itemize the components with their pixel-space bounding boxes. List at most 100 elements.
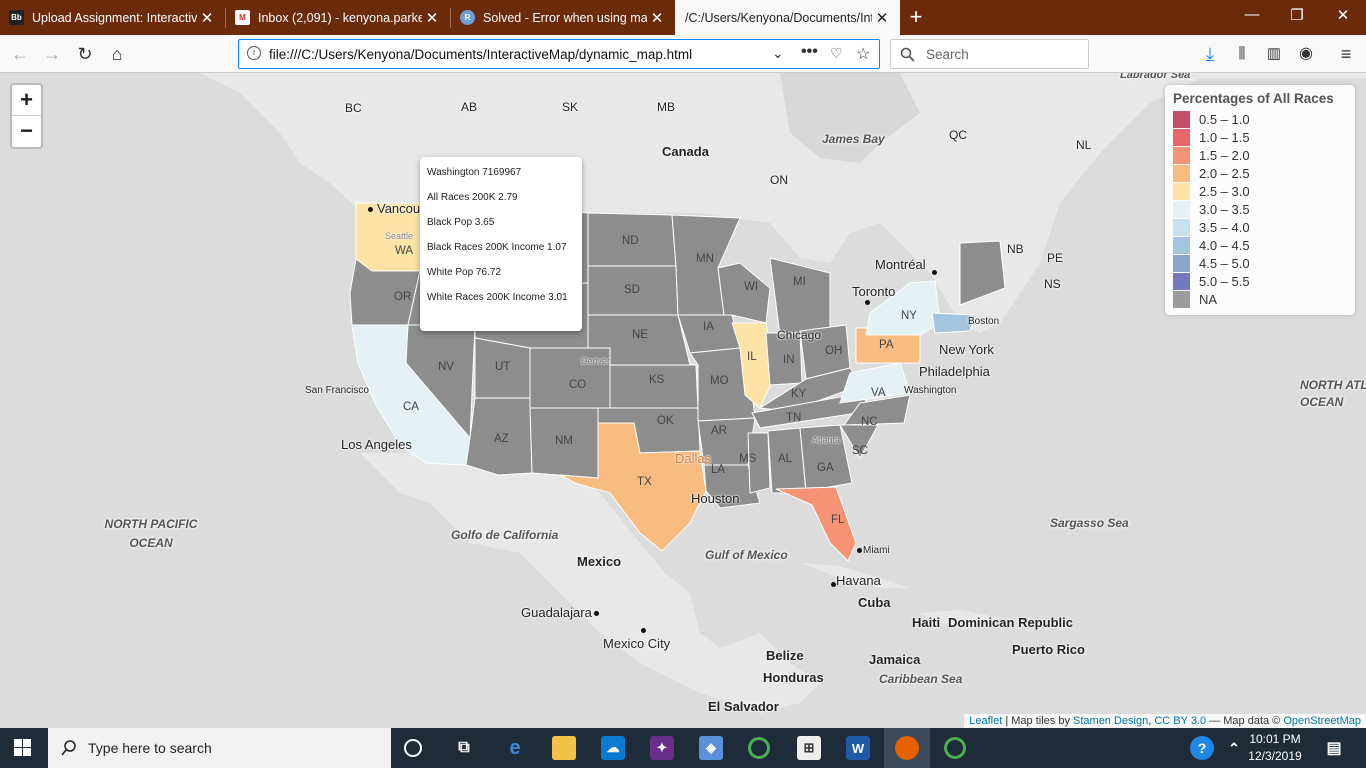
edge-icon[interactable]: e bbox=[503, 736, 527, 760]
legend-item: 4.0 – 4.5 bbox=[1173, 236, 1347, 254]
pocket-icon[interactable]: ♡ bbox=[830, 45, 843, 62]
minimize-icon[interactable]: — bbox=[1237, 6, 1267, 23]
tab-inbox[interactable]: M Inbox (2,091) - kenyona.parker ✕ bbox=[226, 0, 450, 35]
sidebar-icon[interactable]: ▥ bbox=[1262, 42, 1286, 66]
taskbar-search[interactable]: Type here to search bbox=[48, 728, 391, 768]
tab-solved-error[interactable]: R Solved - Error when using map ✕ bbox=[451, 0, 675, 35]
url-text[interactable]: file:///C:/Users/Kenyona/Documents/Inter… bbox=[269, 47, 692, 62]
legend-label: 2.5 – 3.0 bbox=[1199, 183, 1250, 199]
close-tab-icon[interactable]: ✕ bbox=[197, 9, 217, 27]
close-tab-icon[interactable]: ✕ bbox=[422, 9, 442, 27]
state-label-ne: NE bbox=[632, 329, 648, 341]
library-icon[interactable]: ⫼ bbox=[1230, 42, 1254, 66]
leaflet-map[interactable]: WA OR CA NV UT AZ CO NM ND SD NE KS OK T… bbox=[0, 73, 1366, 728]
state-mi[interactable] bbox=[769, 257, 831, 336]
osm-link[interactable]: OpenStreetMap bbox=[1283, 715, 1361, 727]
search-input[interactable]: Search bbox=[890, 39, 1089, 69]
taskbar: Type here to search ⧉ e ☁ ✦ ◈ ⊞ W ? ⌃ 10… bbox=[0, 728, 1366, 768]
blackboard-icon: Bb bbox=[9, 10, 24, 25]
system-clock[interactable]: 10:01 PM 12/3/2019 bbox=[1245, 731, 1305, 765]
chevron-up-icon[interactable]: ⌃ bbox=[1222, 736, 1246, 760]
legend-label: 5.0 – 5.5 bbox=[1199, 273, 1250, 289]
onedrive-icon[interactable]: ☁ bbox=[601, 736, 625, 760]
app-icon[interactable]: ✦ bbox=[650, 736, 674, 760]
zoom-out-button[interactable]: − bbox=[12, 116, 41, 147]
chevron-down-icon[interactable]: ⌄ bbox=[772, 45, 784, 62]
place-label: NB bbox=[1007, 242, 1024, 256]
state-label-va: VA bbox=[871, 387, 886, 399]
place-label: Gulf of Mexico bbox=[705, 548, 788, 562]
reload-icon[interactable]: ↻ bbox=[73, 42, 97, 66]
forward-icon[interactable]: → bbox=[40, 42, 64, 66]
legend-item: 0.5 – 1.0 bbox=[1173, 110, 1347, 128]
place-label: Los Angeles bbox=[341, 437, 412, 452]
legend-label: 1.0 – 1.5 bbox=[1199, 129, 1250, 145]
legend-swatch bbox=[1173, 218, 1190, 236]
home-icon[interactable]: ⌂ bbox=[105, 42, 129, 66]
place-label: Cuba bbox=[858, 595, 891, 610]
attribution-text: | Map tiles by bbox=[1002, 715, 1074, 727]
place-label: Golfo de California bbox=[451, 528, 559, 542]
menu-icon[interactable]: ≡ bbox=[1334, 42, 1358, 66]
windows-start-icon[interactable] bbox=[14, 739, 32, 757]
legend-label: 0.5 – 1.0 bbox=[1199, 111, 1250, 127]
state-label-tn: TN bbox=[786, 412, 802, 424]
legend-swatch bbox=[1173, 146, 1190, 164]
restore-icon[interactable]: ❐ bbox=[1282, 6, 1312, 24]
store-icon[interactable]: ⊞ bbox=[797, 736, 821, 760]
state-label-al: AL bbox=[778, 453, 793, 465]
close-tab-icon[interactable]: ✕ bbox=[647, 9, 667, 27]
help-icon[interactable]: ? bbox=[1190, 736, 1214, 760]
zoom-in-button[interactable]: + bbox=[12, 85, 41, 116]
info-icon[interactable]: i bbox=[247, 46, 261, 60]
page-actions-icon[interactable]: ••• bbox=[801, 43, 818, 61]
cc-link[interactable]: CC BY 3.0 bbox=[1154, 715, 1206, 727]
legend-swatch bbox=[1173, 164, 1190, 182]
firefox-taskbar-active[interactable] bbox=[884, 728, 930, 768]
word-icon[interactable]: W bbox=[846, 736, 870, 760]
place-label: San Francisco bbox=[305, 385, 369, 396]
back-icon[interactable]: ← bbox=[8, 42, 32, 66]
account-icon[interactable]: ◉ bbox=[1294, 42, 1318, 66]
bookmark-star-icon[interactable]: ☆ bbox=[856, 44, 870, 64]
cortana-icon[interactable] bbox=[404, 739, 422, 757]
legend-label: 4.5 – 5.0 bbox=[1199, 255, 1250, 271]
tab-dynamic-map[interactable]: /C:/Users/Kenyona/Documents/Int ✕ bbox=[675, 0, 900, 35]
place-label: Mexico bbox=[577, 554, 622, 569]
3d-viewer-icon[interactable]: ◈ bbox=[699, 736, 723, 760]
tab-upload-assignment[interactable]: Bb Upload Assignment: Interactive ✕ bbox=[0, 0, 225, 35]
place-label: Denver bbox=[581, 356, 611, 366]
place-label: PE bbox=[1047, 251, 1064, 265]
city-dot bbox=[831, 582, 836, 587]
city-dot bbox=[641, 628, 646, 633]
new-tab-icon[interactable]: + bbox=[904, 4, 928, 30]
state-label-wa: WA bbox=[395, 245, 414, 257]
close-tab-icon[interactable]: ✕ bbox=[872, 9, 892, 27]
popup-line: All Races 200K 2.79 bbox=[427, 192, 518, 203]
place-label: Belize bbox=[766, 648, 804, 663]
place-label: Dallas bbox=[675, 451, 712, 466]
task-view-icon[interactable]: ⧉ bbox=[452, 736, 476, 760]
state-label-mn: MN bbox=[696, 253, 714, 265]
map-legend: Percentages of All Races 0.5 – 1.0 1.0 – … bbox=[1165, 85, 1355, 315]
state-label-ks: KS bbox=[649, 374, 665, 386]
state-ks[interactable] bbox=[609, 364, 699, 409]
close-window-icon[interactable]: ✕ bbox=[1328, 6, 1358, 24]
place-label: Honduras bbox=[763, 670, 824, 685]
legend-swatch bbox=[1173, 128, 1190, 146]
stamen-link[interactable]: Stamen Design bbox=[1073, 715, 1148, 727]
legend-item: 1.0 – 1.5 bbox=[1173, 128, 1347, 146]
legend-item: 4.5 – 5.0 bbox=[1173, 254, 1347, 272]
file-explorer-icon[interactable] bbox=[552, 736, 576, 760]
legend-swatch bbox=[1173, 254, 1190, 272]
legend-swatch bbox=[1173, 236, 1190, 254]
rstudio-icon[interactable] bbox=[748, 737, 770, 759]
notifications-icon[interactable]: ▤ bbox=[1322, 736, 1346, 760]
leaflet-link[interactable]: Leaflet bbox=[969, 715, 1002, 727]
url-bar[interactable]: i file:///C:/Users/Kenyona/Documents/Int… bbox=[238, 39, 880, 69]
rstudio-icon[interactable] bbox=[944, 737, 966, 759]
state-label-ok: OK bbox=[657, 415, 674, 427]
downloads-icon[interactable]: ⤓ bbox=[1198, 42, 1222, 66]
navigation-toolbar: ← → ↻ ⌂ i file:///C:/Users/Kenyona/Docum… bbox=[0, 35, 1366, 73]
state-wi[interactable] bbox=[717, 262, 771, 324]
